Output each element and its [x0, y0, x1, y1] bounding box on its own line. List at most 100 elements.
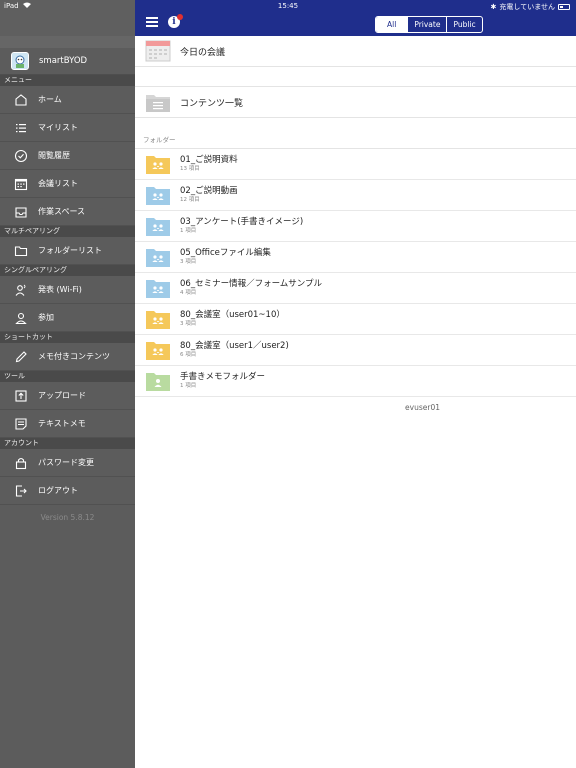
- folder-list: 01_ご説明資料 13 項目 02_ご説明動画 12 項目 03_アンケート(手書きイメ…: [135, 149, 576, 397]
- shared-folder-icon: [145, 153, 180, 175]
- folder-name: 手書きメモフォルダー: [180, 372, 266, 382]
- sidebar-item-label: 閲覧履歴: [38, 151, 70, 160]
- folder-item-count: 4 項目: [180, 290, 197, 296]
- sidebar-menu: メニューホームマイリスト閲覧履歴会議リスト作業スペースマルチペアリング フォルダー…: [0, 75, 135, 505]
- app-logo-icon: [11, 52, 29, 70]
- logout-icon: [13, 483, 29, 499]
- calendar-icon: [13, 176, 29, 192]
- segment-all[interactable]: All: [376, 17, 408, 32]
- inbox-icon: [13, 204, 29, 220]
- sidebar-item[interactable]: ログアウト: [0, 477, 135, 505]
- section-header: アカウント: [0, 438, 135, 449]
- sidebar-item-label: 作業スペース: [38, 207, 86, 216]
- folder-name: 03_アンケート(手書きイメージ): [180, 217, 304, 227]
- folder-item-count: 13 項目: [180, 166, 200, 172]
- sidebar-item[interactable]: 閲覧履歴: [0, 142, 135, 170]
- folder-row[interactable]: 手書きメモフォルダー 1 項目: [135, 366, 576, 397]
- visibility-filter: All Private Public: [375, 16, 483, 33]
- sidebar-item[interactable]: マイリスト: [0, 114, 135, 142]
- folder-row[interactable]: 05_Officeファイル編集 3 項目: [135, 242, 576, 273]
- folder-name: 05_Officeファイル編集: [180, 248, 271, 258]
- sidebar-item-label: アップロード: [38, 391, 86, 400]
- sidebar-item-label: メモ付きコンテンツ: [38, 352, 110, 361]
- username-label: evuser01: [405, 403, 440, 412]
- folder-section-header: フォルダー: [135, 118, 576, 149]
- shared-folder-icon: [145, 308, 180, 330]
- app-name: smartBYOD: [39, 56, 88, 66]
- main-panel: i All Private Public 今日の会議 コンテンツ一覧 フォルダー…: [135, 0, 576, 768]
- today-meeting-row[interactable]: 今日の会議: [135, 36, 576, 67]
- bluetooth-icon: ✱: [490, 3, 497, 11]
- shared-folder-icon: [145, 246, 180, 268]
- calendar-icon: [145, 40, 171, 62]
- list-icon: [13, 120, 29, 136]
- folder-row[interactable]: 06_セミナー情報／フォームサンプル 4 項目: [135, 273, 576, 304]
- folder-item-count: 12 項目: [180, 197, 200, 203]
- folder-row[interactable]: 02_ご説明動画 12 項目: [135, 180, 576, 211]
- shared-folder-icon: [145, 370, 180, 392]
- sidebar-item[interactable]: メモ付きコンテンツ: [0, 343, 135, 371]
- folder-icon: [13, 243, 29, 259]
- presenter-icon: [13, 282, 29, 298]
- shared-folder-icon: [145, 339, 180, 361]
- folder-name: 02_ご説明動画: [180, 186, 238, 196]
- segment-public[interactable]: Public: [446, 17, 481, 32]
- folder-item-count: 3 項目: [180, 321, 197, 327]
- folder-item-count: 1 項目: [180, 228, 197, 234]
- folder-row[interactable]: 80_会議室（user1／user2) 6 項目: [135, 335, 576, 366]
- sidebar-item-label: ホーム: [38, 95, 62, 104]
- sidebar-item[interactable]: 参加: [0, 304, 135, 332]
- user-icon: [13, 310, 29, 326]
- shared-folder-icon: [145, 277, 180, 299]
- home-icon: [13, 92, 29, 108]
- status-bar: iPad 15:45 ✱ 充電していません: [0, 0, 576, 13]
- section-header: シングルペアリング: [0, 265, 135, 276]
- folder-row[interactable]: 01_ご説明資料 13 項目: [135, 149, 576, 180]
- sidebar-item-label: テキストメモ: [38, 419, 86, 428]
- sidebar-item[interactable]: フォルダーリスト: [0, 237, 135, 265]
- sidebar-item-label: 会議リスト: [38, 179, 78, 188]
- sidebar-item-label: パスワード変更: [38, 458, 94, 467]
- folder-item-count: 1 項目: [180, 383, 197, 389]
- folder-row[interactable]: 03_アンケート(手書きイメージ) 1 項目: [135, 211, 576, 242]
- battery-icon: [558, 4, 570, 10]
- folder-item-count: 6 項目: [180, 352, 197, 358]
- shared-folder-icon: [145, 184, 180, 206]
- hamburger-menu-icon[interactable]: [146, 17, 158, 27]
- sidebar-item[interactable]: 会議リスト: [0, 170, 135, 198]
- segment-private[interactable]: Private: [407, 17, 446, 32]
- folder-name: 80_会議室（user01~10）: [180, 310, 285, 320]
- content-list-row[interactable]: コンテンツ一覧: [135, 87, 576, 118]
- folder-name: 80_会議室（user1／user2): [180, 341, 289, 351]
- section-header: ショートカット: [0, 332, 135, 343]
- sidebar-item-label: マイリスト: [38, 123, 78, 132]
- folder-item-count: 3 項目: [180, 259, 197, 265]
- sidebar-item[interactable]: 作業スペース: [0, 198, 135, 226]
- content-folder-icon: [146, 95, 170, 112]
- folder-row[interactable]: 80_会議室（user01~10） 3 項目: [135, 304, 576, 335]
- app-header[interactable]: smartBYOD: [0, 48, 135, 75]
- sidebar-item-label: フォルダーリスト: [38, 246, 102, 255]
- check-circle-icon: [13, 148, 29, 164]
- sidebar-item-label: ログアウト: [38, 486, 78, 495]
- sidebar-item-label: 参加: [38, 313, 54, 322]
- today-meeting-label: 今日の会議: [180, 47, 226, 58]
- section-header: ツール: [0, 371, 135, 382]
- sidebar: smartBYOD メニューホームマイリスト閲覧履歴会議リスト作業スペースマルチ…: [0, 0, 135, 768]
- pencil-icon: [13, 349, 29, 365]
- sidebar-item[interactable]: アップロード: [0, 382, 135, 410]
- section-header: メニュー: [0, 75, 135, 86]
- sidebar-item-label: 発表 (Wi-Fi): [38, 285, 82, 294]
- section-header: マルチペアリング: [0, 226, 135, 237]
- folder-name: 06_セミナー情報／フォームサンプル: [180, 279, 323, 289]
- version-label: Version 5.8.12: [40, 513, 95, 522]
- notification-badge: [177, 14, 183, 20]
- sidebar-item[interactable]: テキストメモ: [0, 410, 135, 438]
- sidebar-item[interactable]: 発表 (Wi-Fi): [0, 276, 135, 304]
- sidebar-item[interactable]: ホーム: [0, 86, 135, 114]
- lock-icon: [13, 455, 29, 471]
- note-icon: [13, 416, 29, 432]
- sidebar-item[interactable]: パスワード変更: [0, 449, 135, 477]
- folder-name: 01_ご説明資料: [180, 155, 238, 165]
- shared-folder-icon: [145, 215, 180, 237]
